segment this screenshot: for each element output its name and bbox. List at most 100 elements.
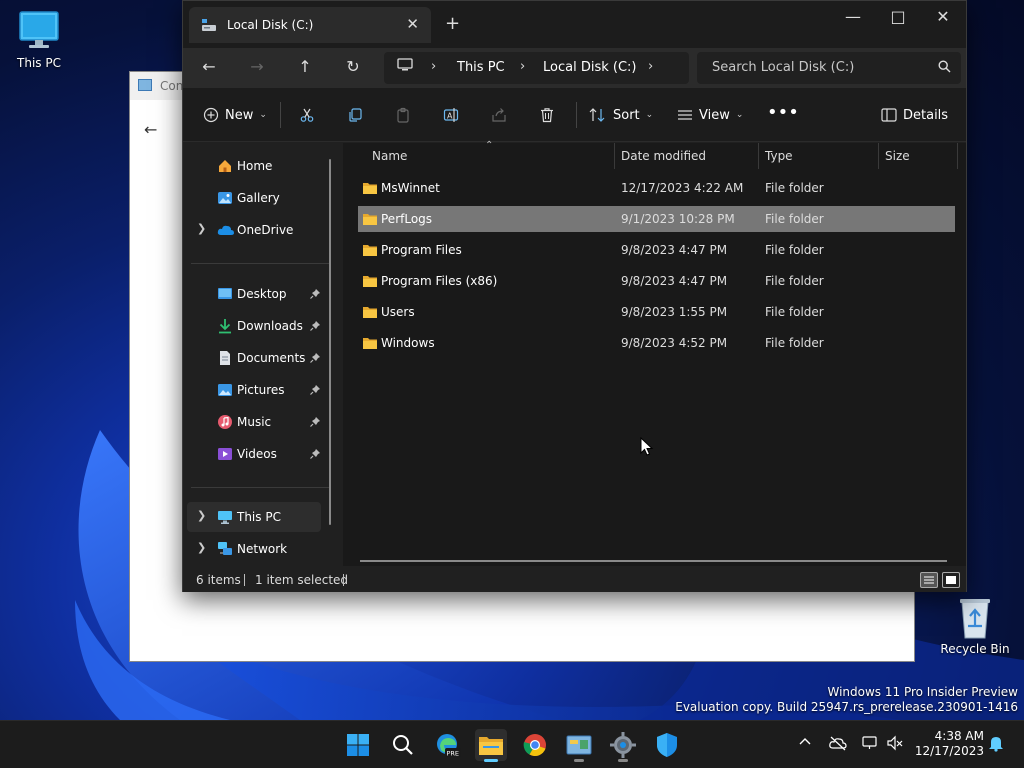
breadcrumb-local-disk[interactable]: Local Disk (C:) [543, 60, 636, 75]
edge-button[interactable]: PRE [431, 729, 463, 761]
rename-button[interactable]: A [443, 103, 459, 127]
pin-icon[interactable] [310, 416, 321, 430]
file-explorer-window[interactable]: Local Disk (C:) ✕ + — □ ✕ ← → ↑ ↻ › This… [182, 0, 967, 592]
defender-button[interactable] [651, 729, 683, 761]
sidebar-item-pictures[interactable]: Pictures [187, 375, 321, 405]
sidebar-divider [191, 487, 331, 488]
taskbar: PRE 4:38 AM 12/17/2023 [0, 720, 1024, 768]
sidebar-item-onedrive[interactable]: ❯ OneDrive [187, 215, 321, 245]
list-view-icon [678, 110, 692, 120]
cloud-offline-icon[interactable] [828, 735, 848, 754]
sidebar-item-gallery[interactable]: Gallery [187, 183, 321, 213]
back-icon[interactable]: ← [197, 57, 221, 81]
chrome-button[interactable] [519, 729, 551, 761]
new-button[interactable]: New ⌄ [203, 103, 267, 127]
refresh-icon[interactable]: ↻ [341, 57, 365, 81]
start-button[interactable] [342, 729, 374, 761]
back-arrow-icon[interactable]: ← [144, 120, 157, 139]
chevron-right-icon: › [520, 59, 526, 74]
large-icons-view-button[interactable] [942, 572, 960, 588]
navigation-pane[interactable]: Home Gallery ❯ OneDrive Desktop Download… [183, 143, 341, 566]
cut-button[interactable] [299, 103, 315, 127]
horizontal-scrollbar[interactable] [360, 560, 947, 562]
file-explorer-button[interactable] [475, 729, 507, 762]
sidebar-item-home[interactable]: Home [187, 151, 321, 181]
column-divider[interactable] [758, 143, 759, 169]
table-row[interactable]: Windows 9/8/2023 4:52 PM File folder [358, 330, 955, 356]
details-view-button[interactable] [920, 572, 938, 588]
chevron-right-icon: › [431, 59, 437, 74]
mouse-cursor-icon [640, 437, 654, 456]
maximize-icon[interactable]: □ [883, 7, 913, 26]
column-header-name[interactable]: Name [372, 149, 407, 175]
sidebar-item-desktop[interactable]: Desktop [187, 279, 321, 309]
close-window-icon[interactable]: ✕ [928, 7, 958, 26]
table-row[interactable]: Users 9/8/2023 1:55 PM File folder [358, 299, 955, 325]
control-panel-button[interactable] [563, 729, 595, 762]
pin-icon[interactable] [310, 384, 321, 398]
notification-bell-icon[interactable] [988, 734, 1004, 755]
pin-icon[interactable] [310, 320, 321, 334]
more-options-icon[interactable]: ••• [767, 100, 799, 124]
chevron-right-icon[interactable]: ❯ [197, 541, 206, 554]
share-button[interactable] [491, 103, 507, 127]
desktop-icon-recycle-bin[interactable]: Recycle Bin [937, 596, 1013, 656]
chevron-right-icon[interactable]: › [648, 59, 653, 74]
chevron-up-icon[interactable] [798, 735, 812, 752]
paste-button[interactable] [395, 103, 411, 127]
table-row[interactable]: PerfLogs 9/1/2023 10:28 PM File folder [358, 206, 955, 232]
system-clock[interactable]: 4:38 AM 12/17/2023 [915, 729, 984, 759]
sidebar-item-this-pc[interactable]: ❯ This PC [187, 502, 321, 532]
forward-icon[interactable]: → [245, 57, 269, 81]
new-label: New [225, 107, 254, 123]
new-tab-icon[interactable]: + [445, 13, 460, 34]
sidebar-item-downloads[interactable]: Downloads [187, 311, 321, 341]
sidebar-item-network[interactable]: ❯ Network [187, 534, 321, 564]
tab-title: Local Disk (C:) [227, 18, 314, 32]
search-button[interactable] [387, 729, 419, 761]
search-box[interactable]: Search Local Disk (C:) [697, 52, 961, 84]
close-tab-icon[interactable]: ✕ [406, 15, 419, 33]
sidebar-item-documents[interactable]: Documents [187, 343, 321, 373]
sort-button[interactable]: Sort ⌄ [589, 103, 653, 127]
network-icon[interactable] [861, 735, 879, 754]
file-list[interactable]: ⌃ Name Date modified Type Size MsWinnet … [343, 140, 966, 566]
column-header-type[interactable]: Type [765, 149, 793, 175]
sidebar-scrollbar[interactable] [329, 159, 331, 525]
volume-muted-icon[interactable] [886, 735, 904, 754]
folder-icon [362, 274, 378, 291]
chevron-right-icon[interactable]: ❯ [197, 509, 206, 522]
minimize-icon[interactable]: — [838, 7, 868, 26]
table-row[interactable]: MsWinnet 12/17/2023 4:22 AM File folder [358, 175, 955, 201]
delete-button[interactable] [539, 103, 555, 127]
breadcrumb-this-pc[interactable]: This PC [457, 60, 505, 75]
pin-icon[interactable] [310, 352, 321, 366]
copy-button[interactable] [347, 103, 363, 127]
details-pane-icon [881, 108, 897, 122]
desktop-icon-this-pc[interactable]: This PC [1, 10, 77, 70]
sidebar-item-music[interactable]: Music [187, 407, 321, 437]
column-divider[interactable] [957, 143, 958, 169]
pin-icon[interactable] [310, 288, 321, 302]
table-row[interactable]: Program Files (x86) 9/8/2023 4:47 PM Fil… [358, 268, 955, 294]
table-row[interactable]: Program Files 9/8/2023 4:47 PM File fold… [358, 237, 955, 263]
settings-button[interactable] [607, 729, 639, 762]
column-header-date-modified[interactable]: Date modified [621, 149, 706, 175]
file-date: 12/17/2023 4:22 AM [621, 181, 744, 195]
search-input[interactable]: Search Local Disk (C:) [712, 60, 854, 75]
pin-icon[interactable] [310, 448, 321, 462]
view-button[interactable]: View ⌄ [677, 103, 743, 127]
clock-date: 12/17/2023 [914, 744, 984, 758]
column-divider[interactable] [878, 143, 879, 169]
chevron-right-icon[interactable]: ❯ [197, 222, 206, 235]
control-panel-icon [566, 735, 592, 755]
tab-local-disk[interactable]: Local Disk (C:) ✕ [189, 7, 431, 43]
column-header-size[interactable]: Size [885, 149, 910, 175]
sidebar-item-videos[interactable]: Videos [187, 439, 321, 469]
address-bar[interactable]: › This PC › Local Disk (C:) › [384, 52, 689, 84]
picture-icon [217, 382, 233, 398]
details-button[interactable]: Details [881, 103, 948, 127]
shield-icon [657, 733, 677, 757]
up-icon[interactable]: ↑ [293, 57, 317, 81]
column-divider[interactable] [614, 143, 615, 169]
